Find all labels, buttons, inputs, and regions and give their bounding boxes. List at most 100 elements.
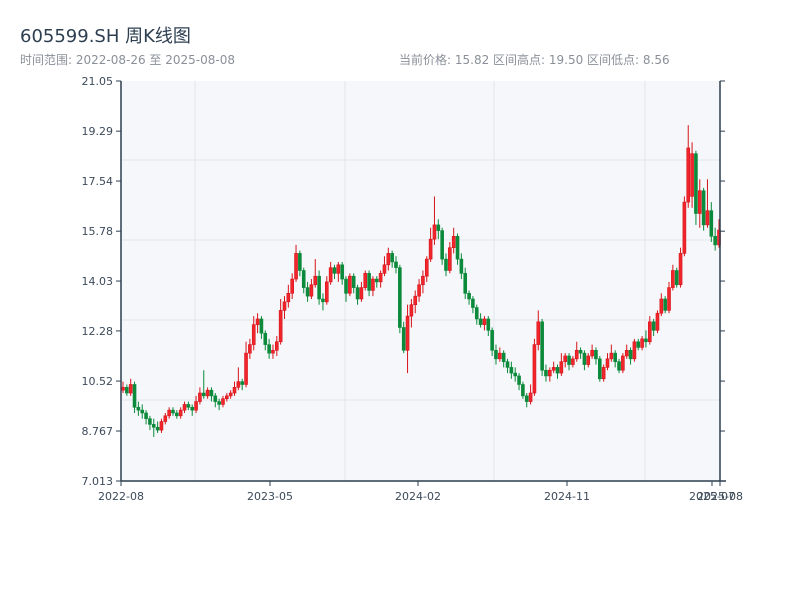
candle [440, 227, 444, 265]
candle-body [401, 327, 406, 351]
candle-body [548, 369, 552, 377]
candle-body [521, 384, 525, 397]
candle-body [340, 264, 344, 280]
candle-body [263, 332, 268, 345]
candle-body [694, 153, 698, 214]
candle-body [459, 258, 464, 274]
candle-body [136, 406, 141, 411]
candle-body [394, 261, 398, 268]
candle-body [563, 355, 567, 362]
candle-body [417, 284, 421, 297]
candle-body [482, 318, 487, 325]
candle-body [505, 361, 510, 368]
candle-body [421, 275, 425, 286]
x-tick-label: 2023-05 [247, 490, 293, 503]
candle [363, 270, 368, 291]
candle-body [578, 349, 583, 354]
candle-body [228, 392, 233, 397]
candle-body [644, 338, 648, 343]
candle-body [682, 201, 687, 254]
candle [632, 338, 637, 362]
candle-body [574, 349, 579, 360]
candle-body [190, 406, 195, 411]
candle [663, 296, 667, 314]
candle-body [155, 426, 160, 431]
candle-body [275, 341, 279, 351]
candle-body [348, 275, 352, 294]
candle-body [317, 275, 321, 300]
candle-body [290, 278, 294, 294]
y-tick-label: 8.767 [82, 425, 114, 438]
candle-body [517, 375, 521, 385]
candle [621, 353, 625, 374]
x-tick-label: 2022-08 [98, 490, 144, 503]
candle-body [486, 318, 491, 331]
candle-body [217, 401, 221, 405]
candle-body [544, 369, 548, 377]
candle-body [413, 295, 418, 305]
candle-body [240, 381, 244, 385]
candle-body [198, 392, 202, 402]
candle-body [321, 298, 325, 303]
candle-body [271, 349, 275, 354]
candle-body [363, 273, 368, 288]
candle-body [567, 355, 571, 365]
candle-body [636, 341, 641, 348]
candle-body [555, 367, 560, 374]
candle-body [221, 398, 225, 405]
y-tick-label: 19.29 [82, 125, 114, 138]
candle-body [405, 315, 410, 351]
candle-body [132, 384, 137, 408]
candle-body [559, 361, 564, 374]
x-tick-label: 2025-08 [697, 490, 743, 503]
candle-body [324, 281, 329, 303]
candle-body [371, 278, 375, 291]
candle-body [601, 367, 606, 380]
candle [597, 355, 602, 382]
candle-body [451, 236, 456, 249]
candle-body [571, 358, 575, 365]
candle-body [651, 321, 656, 331]
candle-body [467, 292, 471, 300]
candle-body [209, 389, 214, 397]
candle-body [424, 258, 429, 277]
candle-body [501, 352, 506, 362]
candle-body [344, 278, 348, 294]
candle-body [674, 270, 679, 286]
y-tick-label: 15.78 [82, 225, 114, 238]
candle-body [540, 321, 544, 371]
candle-body [248, 344, 252, 354]
plot-area [121, 81, 720, 481]
candle-body [151, 424, 156, 428]
candle-body [309, 284, 314, 297]
candle [682, 196, 687, 257]
candle [674, 267, 679, 288]
candle-body [678, 253, 683, 286]
candle-body [294, 253, 298, 280]
candle-body [267, 344, 271, 354]
candle-body [440, 230, 444, 260]
candle-body [140, 409, 145, 414]
x-tick-label: 2024-02 [395, 490, 441, 503]
candle-body [671, 270, 675, 288]
candle-body [163, 415, 168, 422]
candle-body [398, 267, 402, 328]
y-tick-label: 12.28 [82, 325, 114, 338]
candle-body [305, 287, 310, 297]
candle-body [255, 318, 260, 325]
candle-body [659, 298, 664, 314]
candle-body [509, 367, 514, 374]
candle-body [697, 190, 702, 214]
candle-body [701, 190, 706, 226]
candle-body [628, 349, 633, 360]
candle-body [613, 352, 617, 362]
candle-body [524, 395, 529, 402]
x-tick-label: 2024-11 [544, 490, 590, 503]
y-tick-label: 14.03 [82, 275, 114, 288]
candle-body [382, 264, 387, 274]
candle-body [494, 349, 498, 360]
candle-body [463, 273, 468, 294]
candle-body [259, 318, 264, 334]
candle-body [705, 210, 710, 226]
candle-body [182, 404, 187, 411]
